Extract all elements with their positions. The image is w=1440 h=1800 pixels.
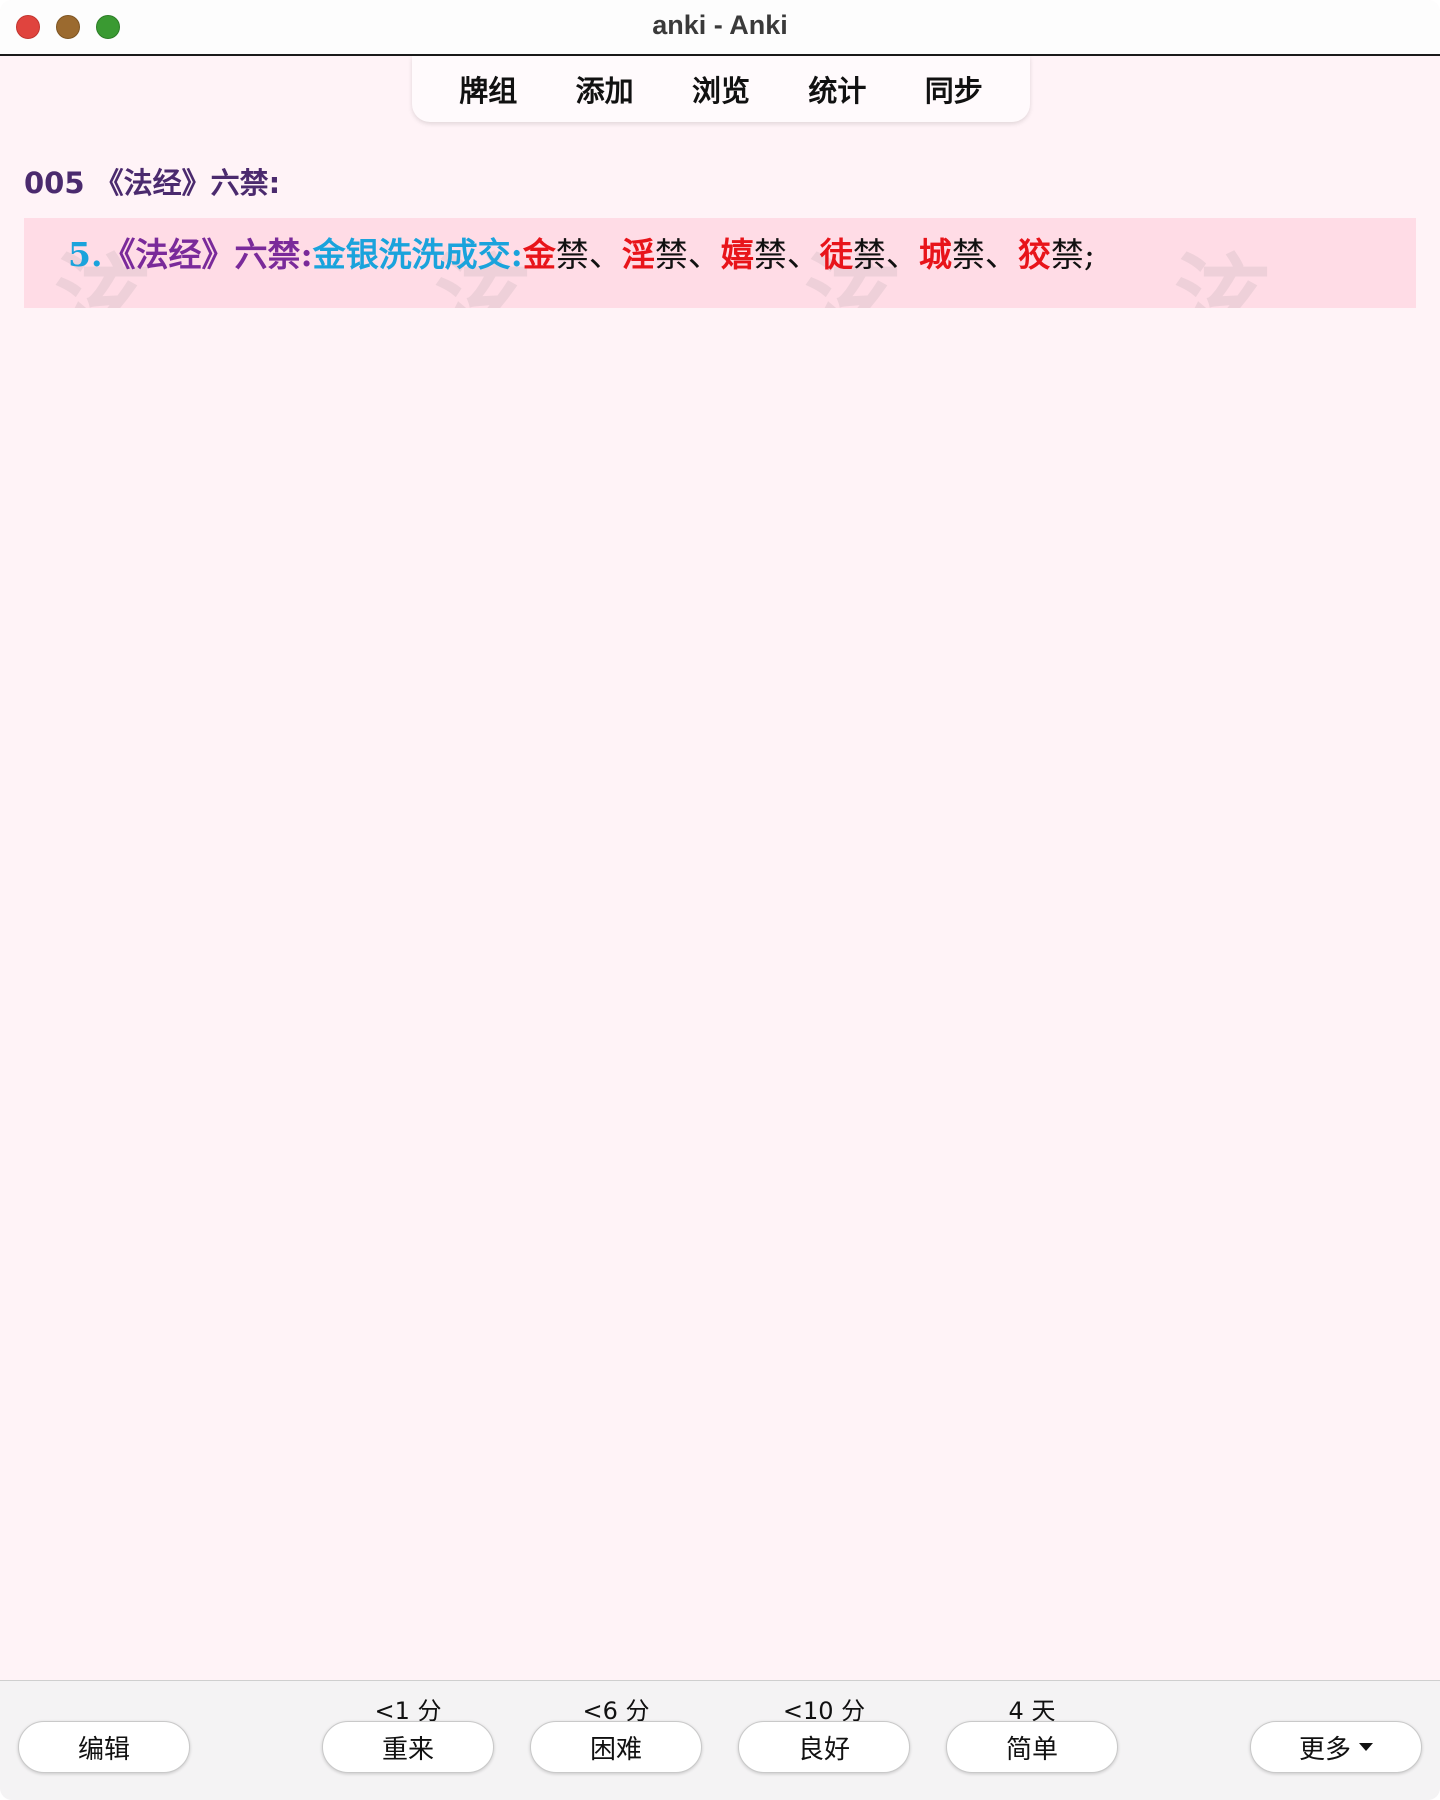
toolbar-sync[interactable]: 同步 <box>915 64 993 114</box>
item-number: 5. <box>68 235 103 274</box>
card-answer-line: 5.《法经》六禁:金银洗洗成交:金禁、淫禁、嬉禁、徒禁、城禁、狡禁; <box>68 228 1095 276</box>
rest-text: 禁、 <box>852 235 919 274</box>
window-title: anki - Anki <box>652 10 788 40</box>
title-bar[interactable]: anki - Anki <box>0 0 1440 56</box>
key-char: 金 <box>522 235 556 274</box>
rest-text: 禁; <box>1050 235 1095 274</box>
anki-window: anki - Anki 牌组 添加 浏览 统计 同步 005 《法经》六禁: 泫… <box>0 0 1440 1800</box>
card-answer-box: 泫 泫 泫 泫 5.《法经》六禁:金银洗洗成交:金禁、淫禁、嬉禁、徒禁、城禁、狡… <box>24 218 1416 308</box>
easy-button[interactable]: 简单 <box>946 1721 1118 1773</box>
more-button-label: 更多 <box>1298 1734 1351 1765</box>
good-button[interactable]: 良好 <box>738 1721 910 1773</box>
main-toolbar: 牌组 添加 浏览 统计 同步 <box>412 56 1030 122</box>
caret-down-icon <box>1359 1743 1373 1751</box>
toolbar-decks[interactable]: 牌组 <box>449 64 527 114</box>
key-char: 嬉 <box>720 235 754 274</box>
key-char: 淫 <box>621 235 655 274</box>
toolbar-browse[interactable]: 浏览 <box>682 64 760 114</box>
more-button[interactable]: 更多 <box>1250 1721 1422 1773</box>
key-char: 徒 <box>819 235 853 274</box>
key-char: 城 <box>918 235 952 274</box>
rest-text: 禁、 <box>753 235 820 274</box>
mnemonic-text: 金银洗洗成交: <box>312 235 523 274</box>
watermark-decoration: 泫 <box>1174 243 1270 308</box>
rest-text: 禁、 <box>951 235 1018 274</box>
review-bottom-bar: 编辑 <1 分 重来 <6 分 困难 <10 分 良好 4 天 简单 更多 <box>0 1680 1440 1800</box>
rest-text: 禁、 <box>555 235 622 274</box>
rest-text: 禁、 <box>654 235 721 274</box>
again-button[interactable]: 重来 <box>322 1721 494 1773</box>
edit-button[interactable]: 编辑 <box>18 1721 190 1773</box>
toolbar-add[interactable]: 添加 <box>566 64 644 114</box>
hard-button[interactable]: 困难 <box>530 1721 702 1773</box>
key-char: 狡 <box>1017 235 1051 274</box>
item-title: 《法经》六禁: <box>102 235 313 274</box>
toolbar-stats[interactable]: 统计 <box>798 64 876 114</box>
card-heading: 005 《法经》六禁: <box>24 166 281 200</box>
